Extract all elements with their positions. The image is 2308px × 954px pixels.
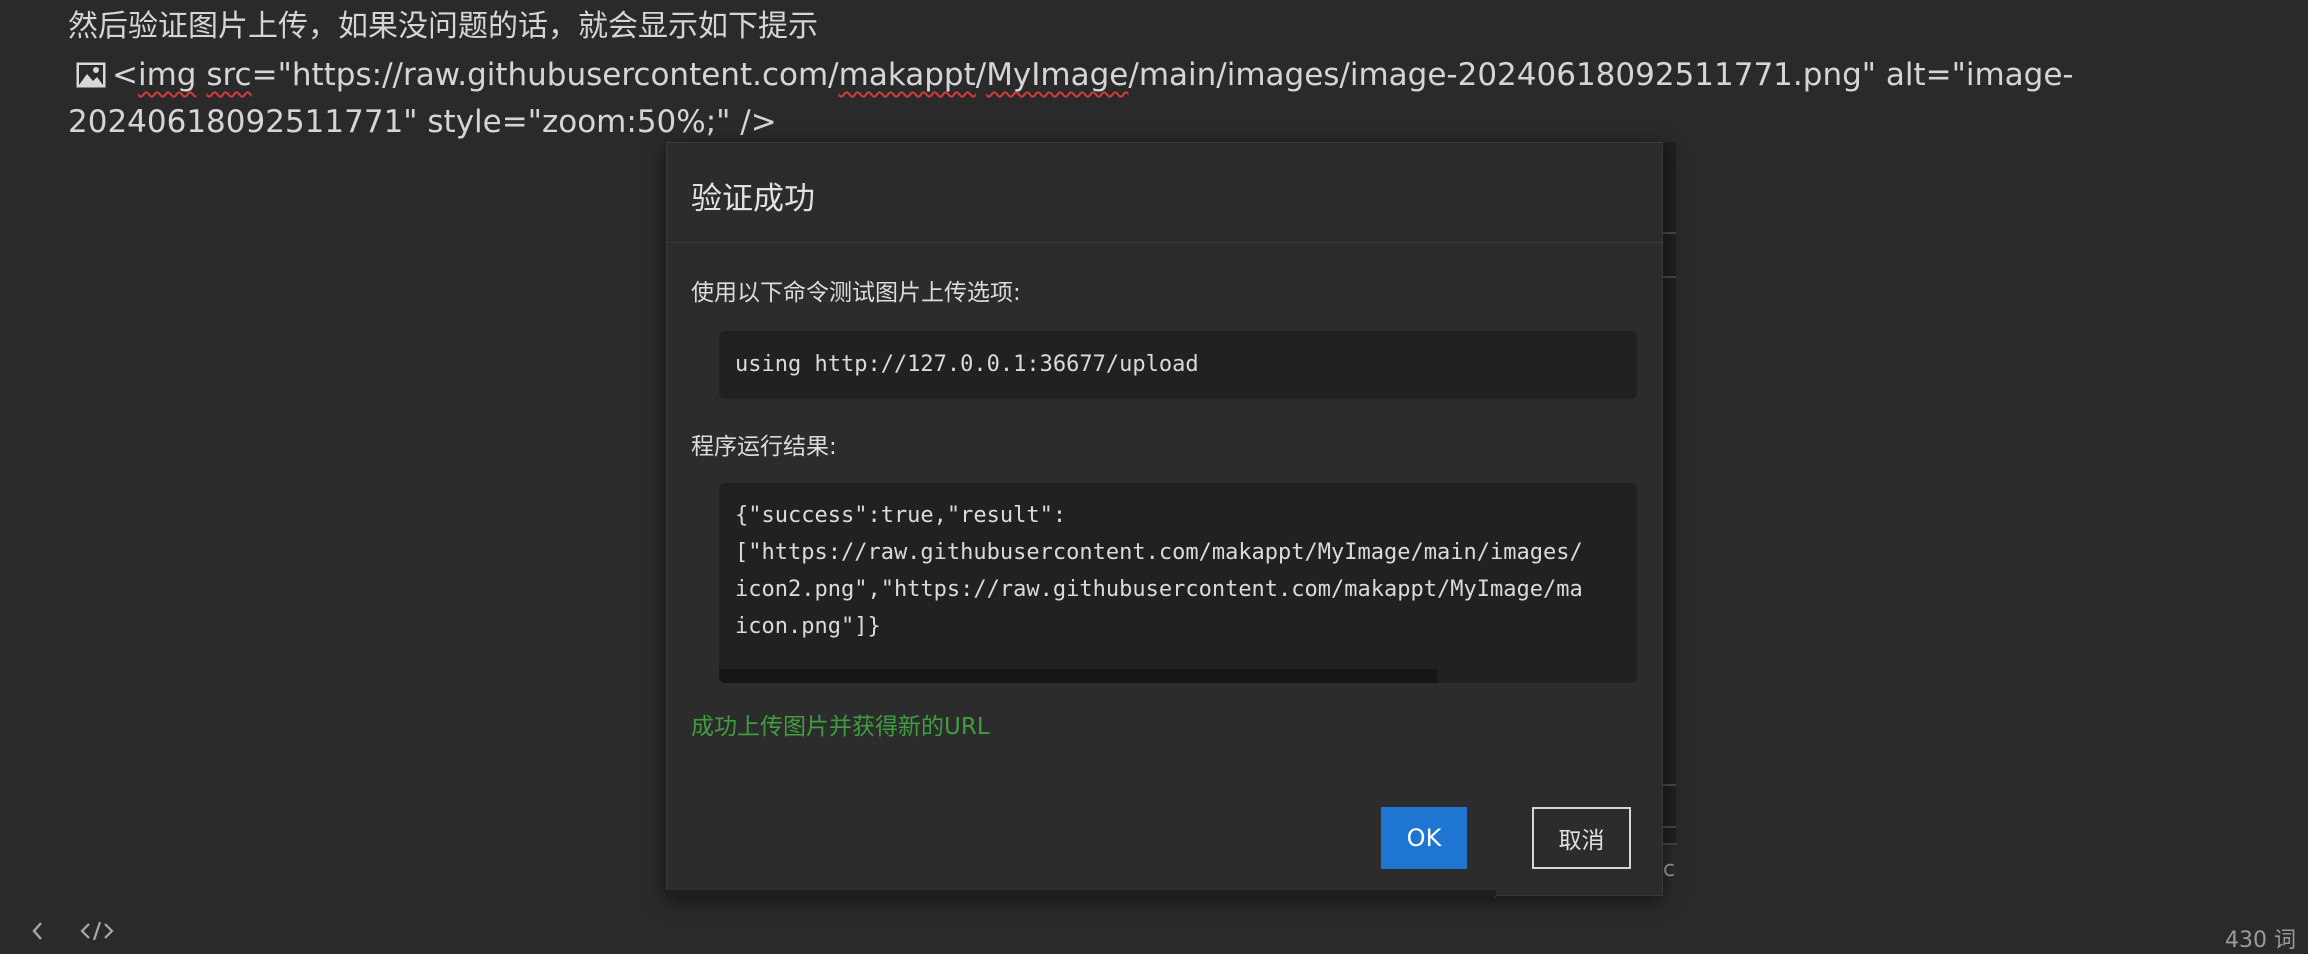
result-code-block[interactable]: {"success":true,"result": ["https://raw.… bbox=[719, 483, 1637, 683]
img-src-user: makappt bbox=[838, 57, 976, 93]
code-icon[interactable] bbox=[79, 920, 115, 944]
success-message: 成功上传图片并获得新的URL bbox=[691, 714, 990, 740]
result-line: {"success":true,"result": bbox=[735, 503, 1067, 528]
command-label: 使用以下命令测试图片上传选项: bbox=[691, 280, 1021, 306]
title-divider bbox=[667, 242, 1662, 243]
img-src-slash: / bbox=[975, 57, 987, 93]
paragraph-text: 然后验证图片上传，如果没问题的话，就会显示如下提示 bbox=[68, 9, 818, 44]
img-src-repo: MyImage bbox=[986, 57, 1129, 93]
cancel-button[interactable]: 取消 bbox=[1532, 807, 1631, 869]
img-tag-open: < bbox=[112, 57, 138, 93]
word-count[interactable]: 430 词 bbox=[2225, 922, 2296, 954]
command-code-block: using http://127.0.0.1:36677/upload bbox=[719, 331, 1637, 399]
result-text: {"success":true,"result": ["https://raw.… bbox=[735, 497, 1583, 645]
statusbar-left bbox=[28, 920, 138, 950]
img-src-prefix: ="https://raw.githubusercontent.com/ bbox=[251, 57, 839, 93]
dialog-shadow-edge bbox=[666, 890, 1496, 896]
img-tag-space bbox=[196, 57, 206, 93]
background-fragment-text: c bbox=[1662, 857, 1675, 882]
ok-button[interactable]: OK bbox=[1381, 807, 1467, 869]
result-horizontal-scrollbar[interactable] bbox=[719, 669, 1437, 683]
chevron-left-icon[interactable] bbox=[28, 920, 48, 944]
image-markup-line[interactable]: <img src="https://raw.githubusercontent.… bbox=[68, 52, 2268, 146]
dialog-title: 验证成功 bbox=[691, 181, 815, 217]
result-line: icon.png"]} bbox=[735, 614, 881, 639]
image-icon bbox=[76, 55, 106, 88]
result-line: icon2.png","https://raw.githubuserconten… bbox=[735, 577, 1583, 602]
img-attr-src: src bbox=[206, 57, 252, 93]
img-tag-name: img bbox=[137, 57, 197, 93]
result-line: ["https://raw.githubusercontent.com/maka… bbox=[735, 540, 1583, 565]
verify-success-dialog: 验证成功 使用以下命令测试图片上传选项: using http://127.0.… bbox=[666, 142, 1663, 896]
result-label: 程序运行结果: bbox=[691, 434, 837, 460]
